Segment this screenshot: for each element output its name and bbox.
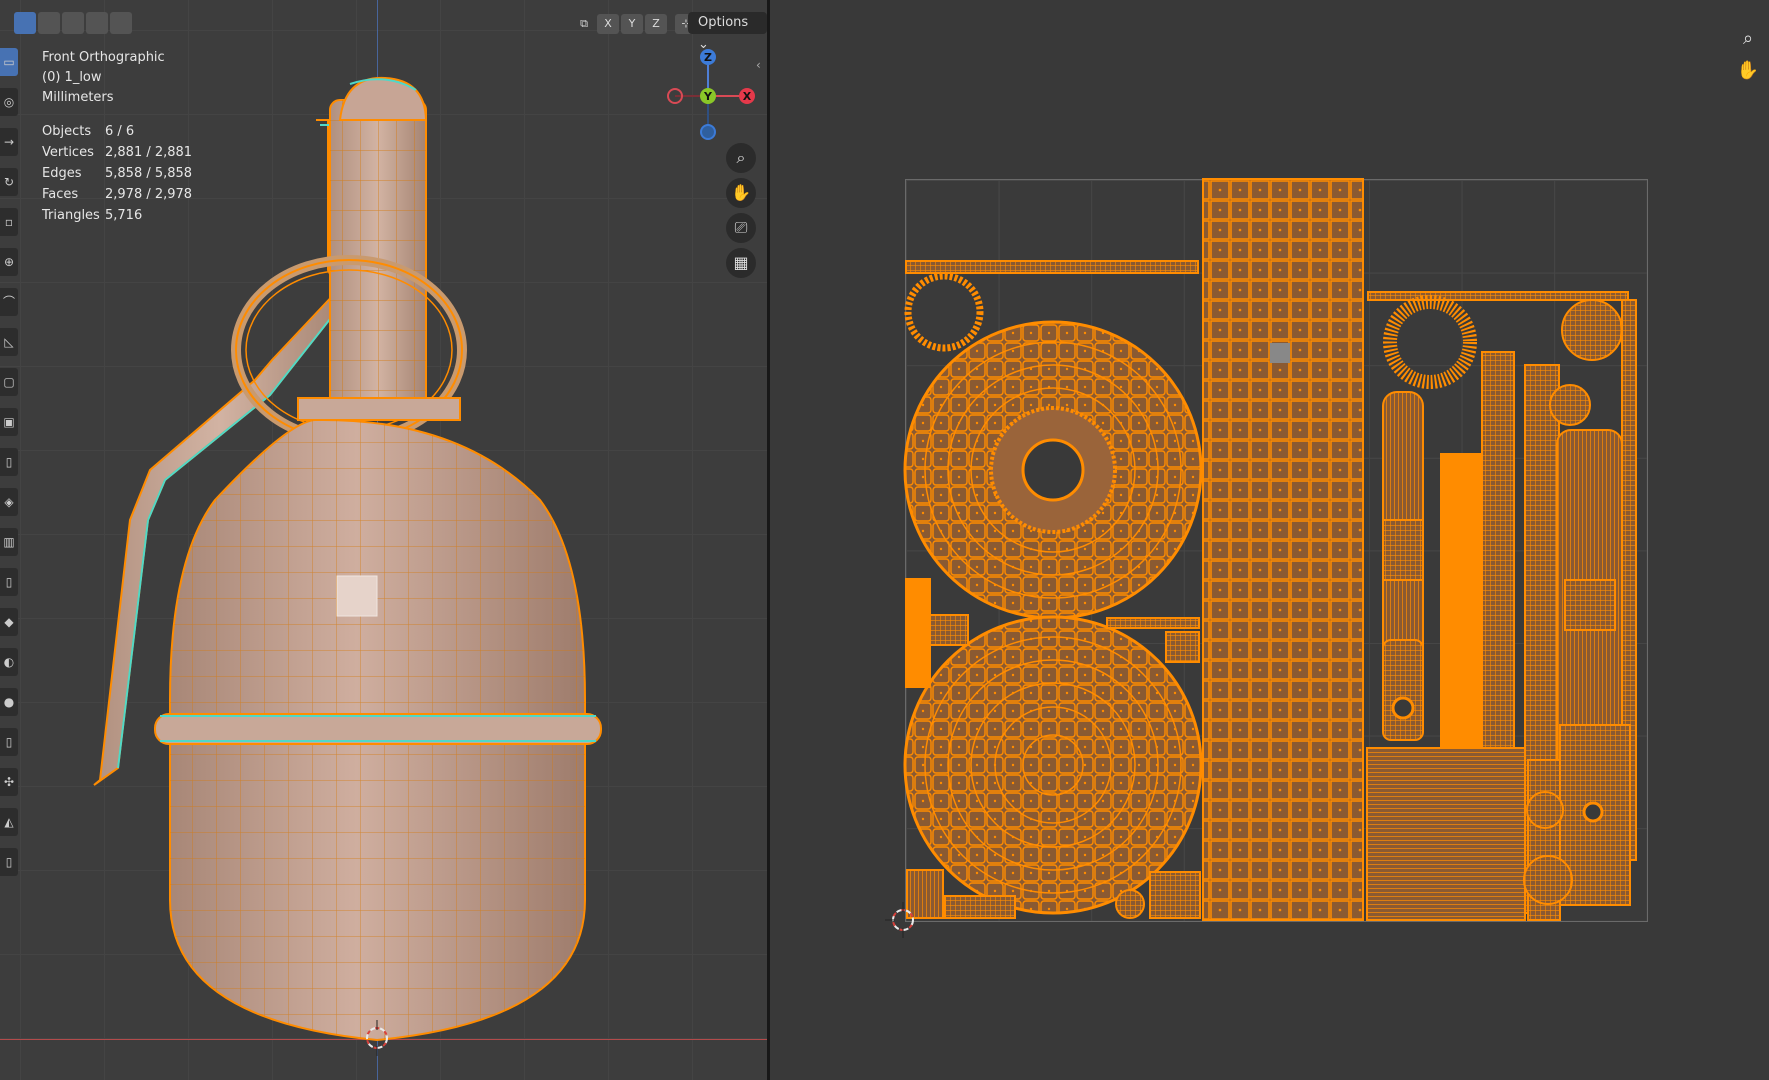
uv-island-bottom-left bbox=[906, 869, 944, 919]
hand-pan-icon[interactable]: ✋ bbox=[726, 178, 756, 208]
bevel-tool-icon[interactable]: ◈ bbox=[0, 488, 18, 516]
mirror-z-button[interactable]: Z bbox=[645, 14, 667, 34]
uv-editor[interactable]: ⌕ ✋ bbox=[770, 0, 1769, 1080]
viewport-header: ⧉ X Y Z ⊹ Options ⌄ ‹ bbox=[0, 0, 767, 72]
edge-slide-tool-icon[interactable]: ▯ bbox=[0, 728, 18, 756]
uv-island-donut bbox=[1383, 295, 1477, 389]
stat-row: Vertices 2,881 / 2,881 bbox=[42, 145, 193, 160]
grenade-collar bbox=[297, 397, 461, 421]
navigation-gizmo[interactable]: Z X Y bbox=[655, 44, 765, 144]
annotate-tool-icon[interactable]: ⌒ bbox=[0, 288, 18, 316]
uv-islands[interactable] bbox=[770, 0, 1769, 1080]
spin-tool-icon[interactable]: ◐ bbox=[0, 648, 18, 676]
select-box-tool-icon[interactable]: ▭ bbox=[0, 48, 18, 76]
active-object-name: (0) 1_low bbox=[42, 70, 102, 85]
rip-tool-icon[interactable]: ▯ bbox=[0, 848, 18, 876]
uv-island-strip-top bbox=[905, 260, 1199, 274]
options-dropdown[interactable]: Options ⌄ bbox=[688, 12, 767, 52]
uv-island-solid-bar bbox=[1440, 453, 1482, 749]
viewport-3d[interactable]: ⧉ X Y Z ⊹ Options ⌄ ‹ ▭ ◎ → ↻ ▫ ⊕ ⌒ ◺ ▢ … bbox=[0, 0, 767, 1080]
loop-cut-tool-icon[interactable]: ▥ bbox=[0, 528, 18, 556]
svg-text:X: X bbox=[743, 90, 752, 103]
poly-build-tool-icon[interactable]: ◆ bbox=[0, 608, 18, 636]
stat-row: Faces 2,978 / 2,978 bbox=[42, 187, 193, 202]
mirror-axis-buttons: ⧉ X Y Z ⊹ bbox=[573, 14, 697, 34]
extrude-tool-icon[interactable]: ▣ bbox=[0, 408, 18, 436]
options-label: Options bbox=[698, 15, 749, 30]
uv-island-middle-strip bbox=[1106, 617, 1200, 629]
measure-tool-icon[interactable]: ◺ bbox=[0, 328, 18, 356]
uv-island-center-column bbox=[1202, 178, 1364, 921]
select-new-button[interactable] bbox=[14, 12, 36, 34]
view-name: Front Orthographic bbox=[42, 50, 165, 65]
viewport-info: Front Orthographic (0) 1_low Millimeters bbox=[42, 48, 165, 108]
uv-island-left-block bbox=[905, 578, 931, 688]
uv-island-right-top-bar bbox=[1367, 291, 1629, 301]
uv-selected-face bbox=[1270, 343, 1290, 363]
smooth-tool-icon[interactable]: ● bbox=[0, 688, 18, 716]
grid-icon[interactable]: ▦ bbox=[726, 248, 756, 278]
uv-island-bottom-left-2 bbox=[944, 895, 1016, 919]
select-invert-button[interactable] bbox=[86, 12, 108, 34]
uv-island-middle-block bbox=[1165, 631, 1200, 663]
mirror-icon[interactable]: ⧉ bbox=[573, 14, 595, 34]
shear-tool-icon[interactable]: ◭ bbox=[0, 808, 18, 836]
stat-row: Objects 6 / 6 bbox=[42, 124, 135, 139]
grenade-fuse bbox=[329, 76, 428, 421]
knife-tool-icon[interactable]: ▯ bbox=[0, 568, 18, 596]
uv-island-disc-lower bbox=[903, 615, 1203, 915]
svg-text:Y: Y bbox=[703, 90, 713, 103]
rotate-tool-icon[interactable]: ↻ bbox=[0, 168, 18, 196]
select-subtract-button[interactable] bbox=[62, 12, 84, 34]
stat-row: Edges 5,858 / 5,858 bbox=[42, 166, 193, 181]
tool-shelf: ▭ ◎ → ↻ ▫ ⊕ ⌒ ◺ ▢ ▣ ▯ ◈ ▥ ▯ ◆ ◐ ● ▯ ✣ ◭ … bbox=[0, 48, 20, 888]
shrink-fatten-tool-icon[interactable]: ✣ bbox=[0, 768, 18, 796]
select-mode-buttons bbox=[14, 12, 132, 34]
svg-text:Z: Z bbox=[704, 51, 712, 64]
uv-island-left-tab bbox=[929, 614, 969, 646]
uv-island-disc-upper bbox=[903, 320, 1203, 620]
mesh-statistics: Objects 6 / 6 Vertices 2,881 / 2,881 Edges… bbox=[42, 121, 192, 226]
grenade-body bbox=[154, 418, 602, 1042]
add-cube-tool-icon[interactable]: ▢ bbox=[0, 368, 18, 396]
uv-island-grid-strip-1 bbox=[1481, 351, 1515, 753]
uv-island-ring-lines bbox=[1366, 747, 1526, 921]
cursor-tool-icon[interactable]: ◎ bbox=[0, 88, 18, 116]
mirror-x-button[interactable]: X bbox=[597, 14, 619, 34]
mirror-y-button[interactable]: Y bbox=[621, 14, 643, 34]
stat-row: Triangles 5,716 bbox=[42, 208, 143, 223]
zoom-icon[interactable]: ⌕ bbox=[726, 143, 756, 173]
scale-tool-icon[interactable]: ▫ bbox=[0, 208, 18, 236]
inset-tool-icon[interactable]: ▯ bbox=[0, 448, 18, 476]
select-extend-button[interactable] bbox=[38, 12, 60, 34]
camera-icon[interactable]: ⎚ bbox=[726, 213, 756, 243]
unit-system: Millimeters bbox=[42, 90, 114, 105]
select-intersect-button[interactable] bbox=[110, 12, 132, 34]
move-tool-icon[interactable]: → bbox=[0, 128, 18, 156]
uv-island-bottom-mid bbox=[1149, 871, 1201, 919]
uv-island-small-ring bbox=[904, 272, 984, 352]
transform-tool-icon[interactable]: ⊕ bbox=[0, 248, 18, 276]
